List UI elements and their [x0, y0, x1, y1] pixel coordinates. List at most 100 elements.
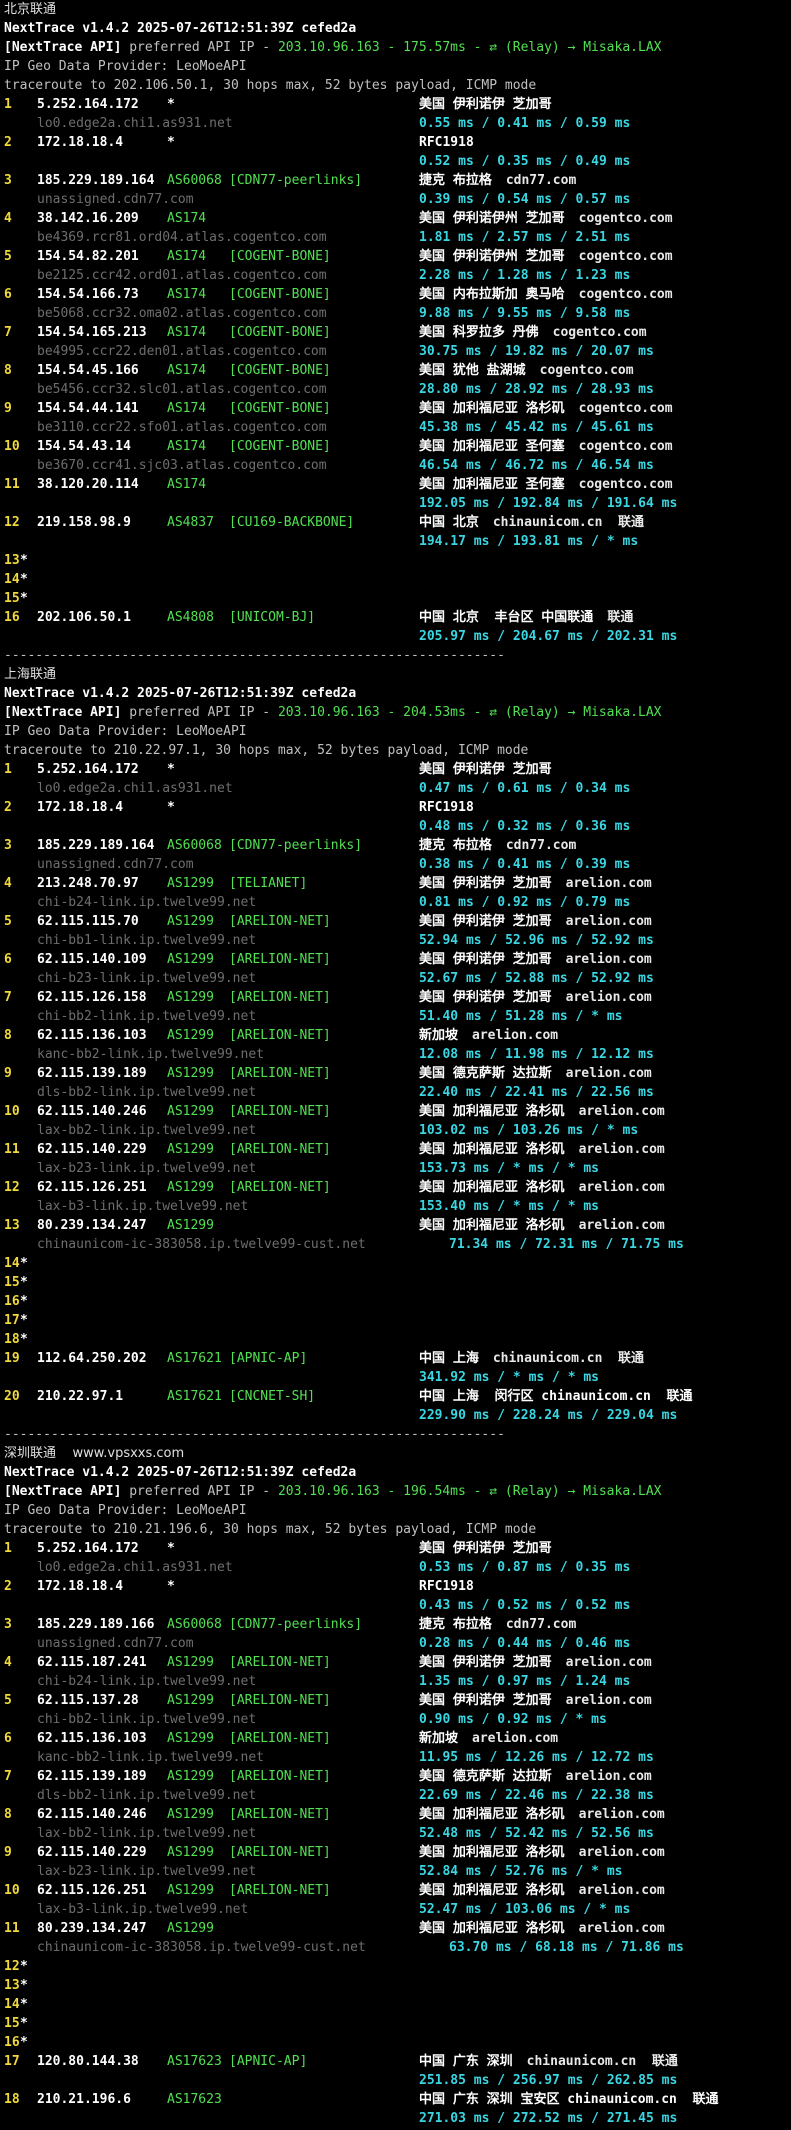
hop-detail-row: lax-bb2-link.ip.twelve99.net 52.48 ms / 5…	[4, 1824, 791, 1843]
hop-rdns: lax-bb2-link.ip.twelve99.net	[37, 1123, 257, 1138]
hop-detail-row: 271.03 ms / 272.52 ms / 271.45 ms	[4, 2109, 791, 2128]
hop-ip: 62.115.115.70	[37, 914, 139, 929]
hop-ip: 62.115.140.229	[37, 1845, 147, 1860]
hop-number: 20	[4, 1389, 20, 1404]
hop-ip: 62.115.137.28	[37, 1693, 139, 1708]
hop-row: 14 *	[4, 570, 791, 589]
hop-asn: *	[167, 135, 175, 150]
hop-tag: [TELIANET]	[229, 876, 308, 891]
hop-rtt: 51.40 ms / 51.28 ms / * ms	[419, 1009, 623, 1024]
hop-row: 15 *	[4, 589, 791, 608]
hop-number: 8	[4, 363, 12, 378]
relay-icon: ⇄	[489, 40, 498, 55]
hop-geo: 美国 伊利诺伊州 芝加哥 cogentco.com	[419, 249, 673, 264]
hop-detail-row: be4995.ccr22.den01.atlas.cogentco.com 30.…	[4, 342, 791, 361]
hop-asn: AS1299	[167, 876, 214, 891]
line-text: 深圳联通 www.vpsxxs.com	[4, 1444, 184, 1463]
hop-row: 2 172.18.18.4 * RFC1918	[4, 133, 791, 152]
geo-provider-line: IP Geo Data Provider: LeoMoeAPI	[4, 722, 791, 741]
hop-row: 16 *	[4, 1292, 791, 1311]
geo-provider-text: IP Geo Data Provider: LeoMoeAPI	[4, 1503, 247, 1518]
hop-rdns: chinaunicom-ic-383058.ip.twelve99-cust.n…	[37, 1237, 366, 1252]
hop-number: 4	[4, 876, 12, 891]
hop-geo: 美国 加利福尼亚 洛杉矶 arelion.com	[419, 1845, 665, 1860]
hop-domain: arelion.com	[565, 1655, 652, 1670]
hop-geo: 美国 科罗拉多 丹佛 cogentco.com	[419, 325, 647, 340]
hop-row: 2 172.18.18.4 * RFC1918	[4, 798, 791, 817]
hop-number: 18	[4, 2092, 20, 2107]
hop-timeout: *	[20, 1294, 28, 1309]
trace-info-line: traceroute to 210.21.196.6, 30 hops max,…	[4, 1520, 791, 1539]
hop-asn: AS1299	[167, 1066, 214, 1081]
trace-info-line: traceroute to 202.106.50.1, 30 hops max,…	[4, 76, 791, 95]
hop-geo: 新加坡 arelion.com	[419, 1731, 559, 1746]
hop-geo: 美国 德克萨斯 达拉斯 arelion.com	[419, 1066, 652, 1081]
hop-number: 17	[4, 1313, 20, 1328]
hop-tag: [ARELION-NET]	[229, 1769, 331, 1784]
hop-ip: 202.106.50.1	[37, 610, 131, 625]
hop-ip: 185.229.189.166	[37, 1617, 155, 1632]
version-line: NextTrace v1.4.2 2025-07-26T12:51:39Z ce…	[4, 1463, 791, 1482]
hop-row: 2 172.18.18.4 * RFC1918	[4, 1577, 791, 1596]
hop-tag: [ARELION-NET]	[229, 1028, 331, 1043]
hop-domain: arelion.com	[578, 1104, 665, 1119]
hop-detail-row: unassigned.cdn77.com 0.38 ms / 0.41 ms / …	[4, 855, 791, 874]
hop-geo: RFC1918	[419, 1579, 474, 1594]
hop-number: 5	[4, 914, 12, 929]
hop-asn: AS1299	[167, 1028, 214, 1043]
hop-rtt: 229.90 ms / 228.24 ms / 229.04 ms	[419, 1408, 678, 1423]
hop-number: 15	[4, 1275, 20, 1290]
hop-rtt: 0.53 ms / 0.87 ms / 0.35 ms	[419, 1560, 631, 1575]
hop-rdns: kanc-bb2-link.ip.twelve99.net	[37, 1047, 264, 1062]
hop-asn: AS174	[167, 477, 207, 492]
hop-row: 8 62.115.136.103 AS1299 [ARELION-NET] 新加坡 are…	[4, 1026, 791, 1045]
hop-row: 10 62.115.126.251 AS1299 [ARELION-NET] 美国 加利…	[4, 1881, 791, 1900]
api-relay: (Relay) → Misaka.LAX	[497, 40, 662, 55]
hop-rdns: lax-bb2-link.ip.twelve99.net	[37, 1826, 257, 1841]
hop-tag: [ARELION-NET]	[229, 1180, 331, 1195]
hop-row: 6 62.115.140.109 AS1299 [ARELION-NET] 美国 伊利诺…	[4, 950, 791, 969]
hop-rdns: chi-b24-link.ip.twelve99.net	[37, 895, 257, 910]
hop-geo: 中国 上海 闵行区 chinaunicom.cn 联通	[419, 1389, 693, 1404]
hop-rtt: 0.81 ms / 0.92 ms / 0.79 ms	[419, 895, 631, 910]
hop-rtt: 0.47 ms / 0.61 ms / 0.34 ms	[419, 781, 631, 796]
hop-timeout: *	[20, 553, 28, 568]
hop-detail-row: 251.85 ms / 256.97 ms / 262.85 ms	[4, 2071, 791, 2090]
hop-ip: 154.54.166.73	[37, 287, 139, 302]
hop-asn: AS4837	[167, 515, 214, 530]
hop-geo: 中国 广东 深圳 宝安区 chinaunicom.cn 联通	[419, 2092, 719, 2107]
hop-domain: arelion.com	[565, 1066, 652, 1081]
hop-number: 10	[4, 1883, 20, 1898]
hop-asn: *	[167, 800, 175, 815]
hop-domain: cogentco.com	[578, 401, 673, 416]
hop-tag: [ARELION-NET]	[229, 1655, 331, 1670]
hop-asn: AS1299	[167, 1845, 214, 1860]
hop-row: 10 154.54.43.14 AS174 [COGENT-BONE] 美国 加利福尼亚…	[4, 437, 791, 456]
hop-domain: arelion.com	[472, 1731, 559, 1746]
geo-provider-line: IP Geo Data Provider: LeoMoeAPI	[4, 1501, 791, 1520]
hop-row: 11 80.239.134.247 AS1299 美国 加利福尼亚 洛杉矶 arelio…	[4, 1919, 791, 1938]
hop-number: 2	[4, 135, 12, 150]
hop-ip: 80.239.134.247	[37, 1218, 147, 1233]
hop-rtt: 341.92 ms / * ms / * ms	[419, 1370, 600, 1385]
line-text: traceroute to 210.21.196.6, 30 hops max,…	[4, 1520, 536, 1539]
trace-info-text: traceroute to 210.21.196.6, 30 hops max,…	[4, 1522, 537, 1537]
version-text: NextTrace v1.4.2 2025-07-26T12:51:39Z ce…	[4, 1465, 357, 1480]
hop-row: 9 62.115.139.189 AS1299 [ARELION-NET] 美国 德克萨…	[4, 1064, 791, 1083]
hop-row: 7 62.115.139.189 AS1299 [ARELION-NET] 美国 德克萨…	[4, 1767, 791, 1786]
hop-asn: AS4808	[167, 610, 214, 625]
section-title: 上海联通	[4, 667, 57, 682]
hop-rdns: chi-bb2-link.ip.twelve99.net	[37, 1009, 257, 1024]
hop-detail-row: 194.17 ms / 193.81 ms / * ms	[4, 532, 791, 551]
api-prefix: [NextTrace API]	[4, 40, 122, 55]
hop-ip: 120.80.144.38	[37, 2054, 139, 2069]
watermark-text: www.vpsxxs.com	[72, 1446, 185, 1461]
hop-rtt: 153.40 ms / * ms / * ms	[419, 1199, 600, 1214]
hop-domain: arelion.com	[578, 1218, 665, 1233]
hop-row: 5 154.54.82.201 AS174 [COGENT-BONE] 美国 伊利诺伊州…	[4, 247, 791, 266]
hop-domain: arelion.com	[578, 1807, 665, 1822]
hop-rdns: lax-b23-link.ip.twelve99.net	[37, 1161, 257, 1176]
hop-geo: 美国 伊利诺伊州 芝加哥 cogentco.com	[419, 211, 673, 226]
hop-number: 3	[4, 173, 12, 188]
hop-tag: [CU169-BACKBONE]	[229, 515, 355, 530]
